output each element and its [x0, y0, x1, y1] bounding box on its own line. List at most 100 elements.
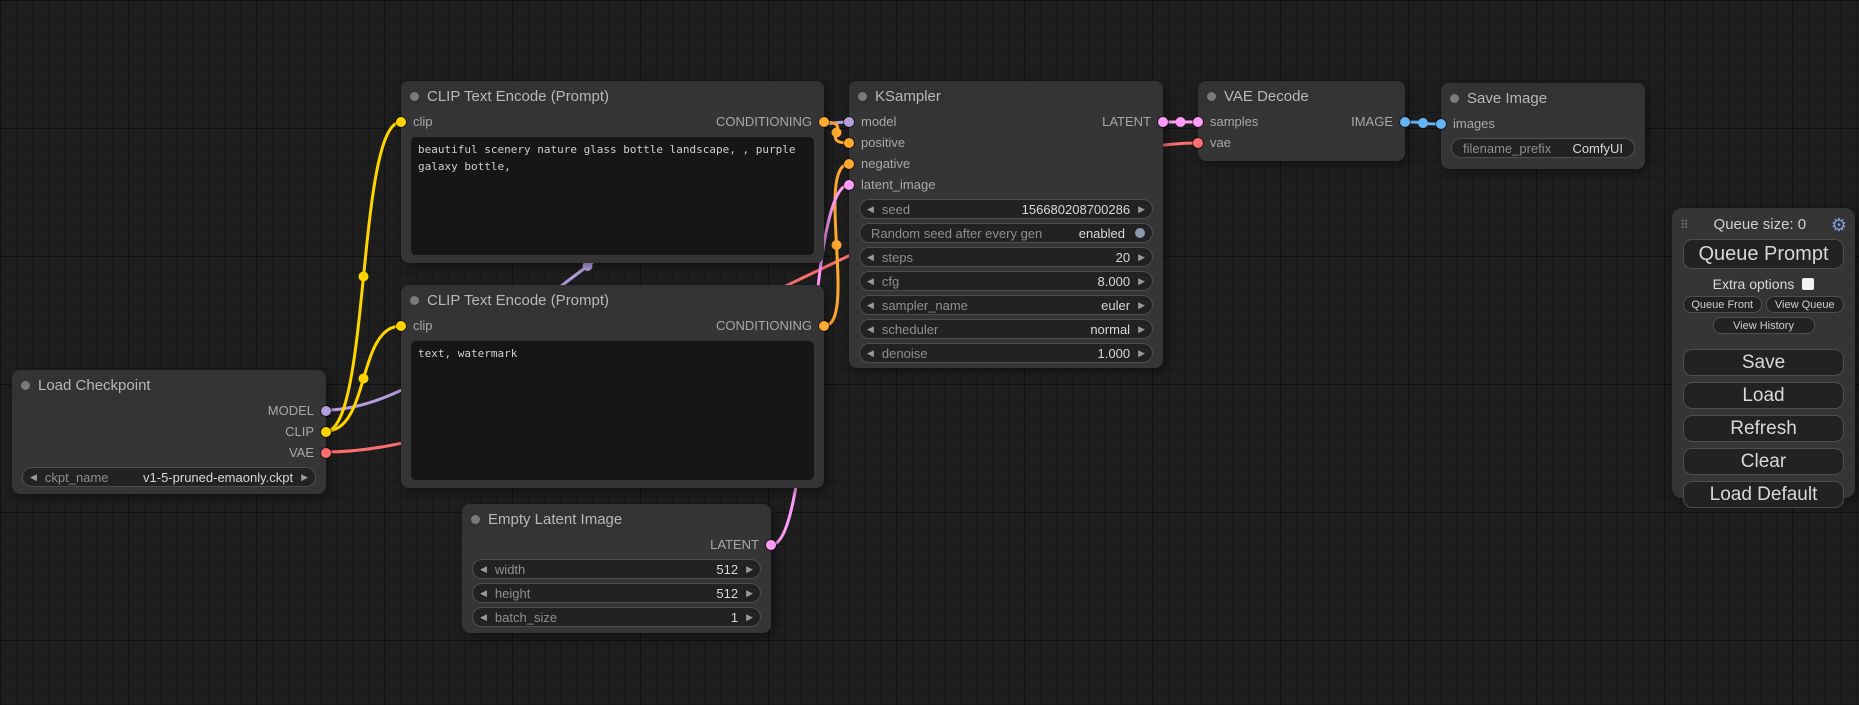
widget-value: 512 [716, 586, 738, 601]
decrement-arrow-icon[interactable] [30, 473, 37, 482]
queue-front-button[interactable]: Queue Front [1683, 296, 1762, 313]
decrement-arrow-icon[interactable] [480, 565, 487, 574]
collapse-dot-icon[interactable] [21, 381, 30, 390]
increment-arrow-icon[interactable] [746, 589, 753, 598]
increment-arrow-icon[interactable] [746, 613, 753, 622]
save-button[interactable]: Save [1683, 349, 1844, 376]
input-slot-vae[interactable] [1193, 138, 1203, 148]
widget-label: batch_size [495, 610, 557, 625]
view-history-button[interactable]: View History [1713, 317, 1815, 334]
node-header[interactable]: Load Checkpoint [12, 370, 326, 400]
node-title: VAE Decode [1224, 88, 1309, 105]
toggle-indicator-icon[interactable] [1135, 228, 1145, 238]
input-slot-positive[interactable] [844, 138, 854, 148]
output-slot-latent[interactable] [1158, 117, 1168, 127]
increment-arrow-icon[interactable] [746, 565, 753, 574]
node-vae-decode[interactable]: VAE Decode samples IMAGE vae [1198, 81, 1405, 161]
prompt-textarea[interactable]: beautiful scenery nature glass bottle la… [411, 137, 814, 255]
queue-prompt-button[interactable]: Queue Prompt [1683, 239, 1844, 269]
output-slot-clip[interactable] [321, 427, 331, 437]
widget-scheduler[interactable]: scheduler normal [859, 319, 1153, 339]
decrement-arrow-icon[interactable] [867, 205, 874, 214]
input-slot-model[interactable] [844, 117, 854, 127]
collapse-dot-icon[interactable] [858, 92, 867, 101]
widget-cfg[interactable]: cfg 8.000 [859, 271, 1153, 291]
widget-sampler-name[interactable]: sampler_name euler [859, 295, 1153, 315]
decrement-arrow-icon[interactable] [867, 349, 874, 358]
input-slot-clip[interactable] [396, 117, 406, 127]
extra-options-checkbox[interactable] [1802, 278, 1814, 290]
decrement-arrow-icon[interactable] [867, 301, 874, 310]
increment-arrow-icon[interactable] [1138, 277, 1145, 286]
node-header[interactable]: VAE Decode [1198, 81, 1405, 111]
node-header[interactable]: Empty Latent Image [462, 504, 771, 534]
decrement-arrow-icon[interactable] [867, 325, 874, 334]
node-header[interactable]: KSampler [849, 81, 1163, 111]
node-load-checkpoint[interactable]: Load Checkpoint MODEL CLIP VAE ckpt_name… [12, 370, 326, 494]
menu-header: Queue size: 0 [1672, 208, 1855, 237]
widget-label: cfg [882, 274, 899, 289]
load-default-button[interactable]: Load Default [1683, 481, 1844, 508]
input-slot-images[interactable] [1436, 119, 1446, 129]
output-label-conditioning: CONDITIONING [716, 318, 812, 333]
output-slot-latent[interactable] [766, 540, 776, 550]
clear-button[interactable]: Clear [1683, 448, 1844, 475]
decrement-arrow-icon[interactable] [867, 253, 874, 262]
link-dot-clip-positive [359, 272, 369, 282]
increment-arrow-icon[interactable] [1138, 301, 1145, 310]
widget-value: euler [1101, 298, 1130, 313]
slot-row: clip CONDITIONING [401, 315, 824, 336]
decrement-arrow-icon[interactable] [867, 277, 874, 286]
widget-label: Random seed after every gen [871, 226, 1042, 241]
input-slot-latent-image[interactable] [844, 180, 854, 190]
node-empty-latent-image[interactable]: Empty Latent Image LATENT width 512 heig… [462, 504, 771, 633]
widget-random-seed-toggle[interactable]: Random seed after every gen enabled [859, 223, 1153, 243]
input-slot-negative[interactable] [844, 159, 854, 169]
collapse-dot-icon[interactable] [410, 296, 419, 305]
increment-arrow-icon[interactable] [1138, 253, 1145, 262]
output-label-image: IMAGE [1351, 114, 1393, 129]
widget-filename-prefix[interactable]: filename_prefix ComfyUI [1451, 138, 1635, 158]
prompt-textarea[interactable]: text, watermark [411, 341, 814, 480]
collapse-dot-icon[interactable] [471, 515, 480, 524]
slot-row: latent_image [849, 174, 1163, 195]
widget-height[interactable]: height 512 [472, 583, 761, 603]
settings-gear-icon[interactable] [1831, 216, 1847, 234]
increment-arrow-icon[interactable] [1138, 349, 1145, 358]
node-header[interactable]: CLIP Text Encode (Prompt) [401, 285, 824, 315]
node-header[interactable]: CLIP Text Encode (Prompt) [401, 81, 824, 111]
widget-batch-size[interactable]: batch_size 1 [472, 607, 761, 627]
node-graph-canvas[interactable]: Load Checkpoint MODEL CLIP VAE ckpt_name… [0, 0, 1859, 705]
collapse-dot-icon[interactable] [410, 92, 419, 101]
refresh-button[interactable]: Refresh [1683, 415, 1844, 442]
input-slot-clip[interactable] [396, 321, 406, 331]
decrement-arrow-icon[interactable] [480, 613, 487, 622]
widget-width[interactable]: width 512 [472, 559, 761, 579]
increment-arrow-icon[interactable] [301, 473, 308, 482]
increment-arrow-icon[interactable] [1138, 325, 1145, 334]
output-slot-model[interactable] [321, 406, 331, 416]
increment-arrow-icon[interactable] [1138, 205, 1145, 214]
output-slot-image[interactable] [1400, 117, 1410, 127]
output-slot-vae[interactable] [321, 448, 331, 458]
decrement-arrow-icon[interactable] [480, 589, 487, 598]
output-slot-conditioning[interactable] [819, 117, 829, 127]
widget-denoise[interactable]: denoise 1.000 [859, 343, 1153, 363]
view-queue-button[interactable]: View Queue [1766, 296, 1845, 313]
node-header[interactable]: Save Image [1441, 83, 1645, 113]
drag-handle-icon[interactable] [1680, 219, 1689, 231]
input-slot-samples[interactable] [1193, 117, 1203, 127]
node-clip-text-encode-negative[interactable]: CLIP Text Encode (Prompt) clip CONDITION… [401, 285, 824, 488]
output-slot-conditioning[interactable] [819, 321, 829, 331]
queue-size-label: Queue size: 0 [1689, 216, 1831, 233]
node-ksampler[interactable]: KSampler model LATENT positive negative … [849, 81, 1163, 368]
widget-steps[interactable]: steps 20 [859, 247, 1153, 267]
node-clip-text-encode-positive[interactable]: CLIP Text Encode (Prompt) clip CONDITION… [401, 81, 824, 263]
collapse-dot-icon[interactable] [1450, 94, 1459, 103]
widget-seed[interactable]: seed 156680208700286 [859, 199, 1153, 219]
slot-row: clip CONDITIONING [401, 111, 824, 132]
node-save-image[interactable]: Save Image images filename_prefix ComfyU… [1441, 83, 1645, 169]
load-button[interactable]: Load [1683, 382, 1844, 409]
collapse-dot-icon[interactable] [1207, 92, 1216, 101]
widget-ckpt-name[interactable]: ckpt_name v1-5-pruned-emaonly.ckpt [22, 467, 316, 487]
